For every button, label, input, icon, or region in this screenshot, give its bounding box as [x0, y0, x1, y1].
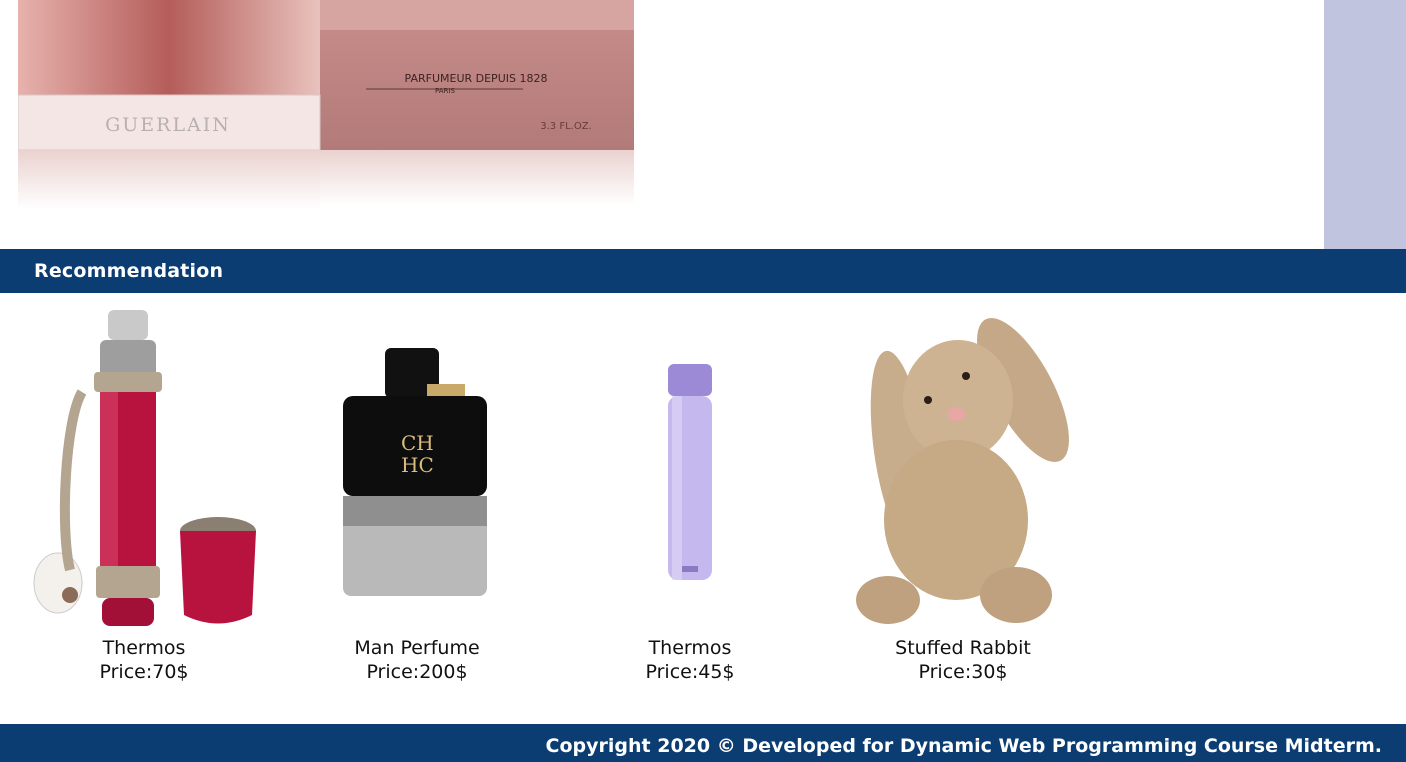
product-name: Thermos	[648, 637, 732, 659]
footer: Copyright 2020 © Developed for Dynamic W…	[0, 724, 1406, 762]
product-price: Price:200$	[366, 661, 468, 683]
bunny-image	[856, 317, 1069, 624]
product-card[interactable]: CH HC Man Perfume Price:200$	[317, 310, 517, 684]
box-size: 3.3 FL.OZ.	[540, 121, 591, 132]
product-card[interactable]: Thermos Price:70$	[30, 310, 258, 684]
product-price: Price:30$	[918, 661, 1008, 683]
product-price: Price:70$	[99, 661, 189, 683]
box-line2: PARIS	[435, 87, 455, 95]
lilac-bottle-image	[668, 364, 712, 580]
product-name: Man Perfume	[354, 637, 480, 659]
product-card[interactable]: Thermos Price:45$	[620, 310, 760, 684]
recommendation-bar: Recommendation	[0, 249, 1406, 293]
svg-text:CH: CH	[401, 431, 434, 455]
ch-perfume-image: CH HC	[343, 348, 487, 596]
side-panel	[1324, 0, 1406, 249]
red-thermos-image	[33, 310, 256, 626]
product-card[interactable]: Stuffed Rabbit Price:30$	[848, 310, 1078, 684]
copyright-text: Copyright 2020 © Developed for Dynamic W…	[545, 735, 1382, 757]
bottle-brand: GUERLAIN	[105, 114, 231, 136]
perfume-box-image: PARFUMEUR DEPUIS 1828 PARIS 3.3 FL.OZ. G…	[18, 0, 634, 210]
product-name: Stuffed Rabbit	[895, 637, 1031, 659]
product-name: Thermos	[102, 637, 186, 659]
page: PARFUMEUR DEPUIS 1828 PARIS 3.3 FL.OZ. G…	[0, 0, 1406, 762]
box-line1: PARFUMEUR DEPUIS 1828	[405, 72, 548, 85]
hero-section: PARFUMEUR DEPUIS 1828 PARIS 3.3 FL.OZ. G…	[0, 0, 1406, 249]
product-price: Price:45$	[645, 661, 735, 683]
svg-text:HC: HC	[401, 453, 434, 477]
recommendation-title: Recommendation	[34, 260, 224, 282]
